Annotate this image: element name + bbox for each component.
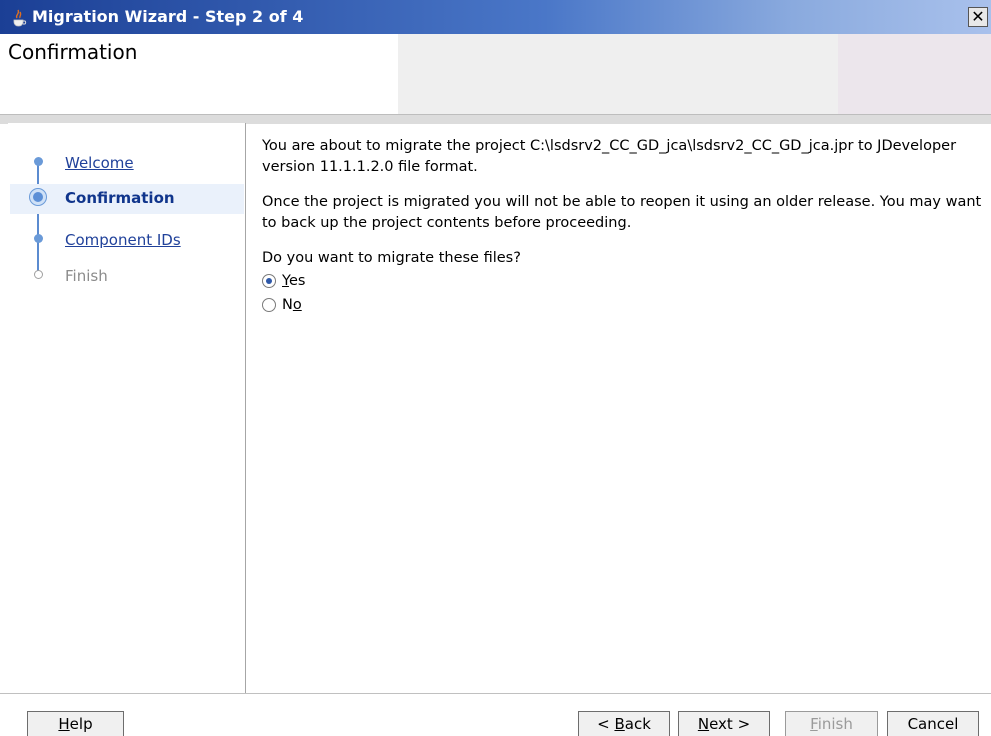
migration-wizard-dialog: Migration Wizard - Step 2 of 4 ✕ Confirm… — [0, 0, 991, 736]
footer-divider — [0, 693, 991, 694]
step-bullet-icon — [34, 157, 43, 166]
nav-step-finish: Finish — [10, 262, 244, 292]
no-radio-button[interactable] — [262, 298, 276, 312]
current-step-icon — [29, 188, 47, 206]
window-title: Migration Wizard - Step 2 of 4 — [32, 7, 304, 26]
nav-step-label[interactable]: Component IDs — [65, 231, 181, 249]
finish-button: Finish — [785, 711, 878, 736]
no-radio-label[interactable]: No — [282, 295, 302, 316]
nav-step-confirmation[interactable]: Confirmation — [10, 184, 244, 214]
nav-step-label: Finish — [65, 267, 108, 285]
step-bullet-icon — [34, 234, 43, 243]
step-connector-line — [37, 165, 39, 275]
no-radio-option[interactable]: No — [262, 295, 982, 317]
yes-radio-label[interactable]: Yes — [282, 271, 305, 292]
cancel-button[interactable]: Cancel — [887, 711, 979, 736]
nav-step-welcome[interactable]: Welcome — [10, 149, 244, 179]
back-button[interactable]: < Back — [578, 711, 670, 736]
header-banner — [398, 34, 838, 114]
header-banner-right — [838, 34, 991, 114]
close-button[interactable]: ✕ — [968, 7, 988, 27]
nav-step-label: Confirmation — [65, 189, 175, 207]
java-cup-icon — [13, 9, 27, 27]
migration-intro-text: You are about to migrate the project C:\… — [262, 138, 957, 175]
next-button[interactable]: Next > — [678, 711, 770, 736]
yes-radio-button[interactable] — [262, 274, 276, 288]
page-title: Confirmation — [8, 40, 138, 64]
yes-radio-option[interactable]: Yes — [262, 271, 982, 293]
nav-step-component-ids[interactable]: Component IDs — [10, 226, 244, 256]
close-icon: ✕ — [971, 7, 985, 26]
step-bullet-icon — [34, 270, 43, 279]
title-bar[interactable]: Migration Wizard - Step 2 of 4 ✕ — [0, 0, 991, 34]
migration-warning-text: Once the project is migrated you will no… — [262, 194, 982, 231]
confirmation-panel: You are about to migrate the project C:\… — [262, 136, 982, 317]
help-button[interactable]: Help — [27, 711, 124, 736]
nav-step-label[interactable]: Welcome — [65, 154, 134, 172]
migration-question: Do you want to migrate these files? — [262, 250, 521, 266]
